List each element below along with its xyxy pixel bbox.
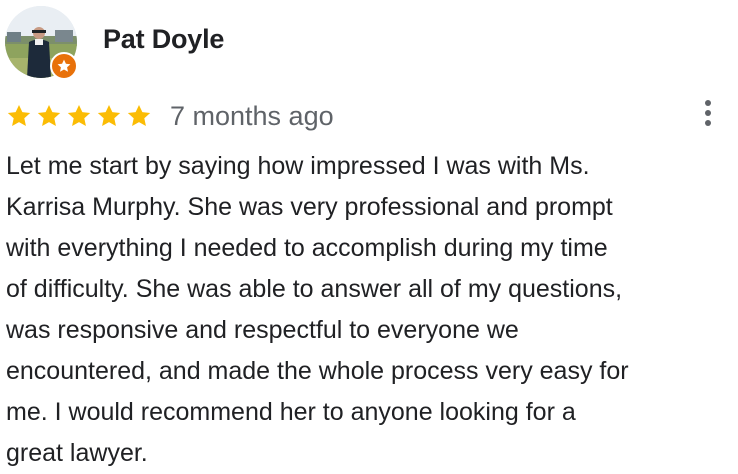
review-text: Let me start by saying how impressed I w… bbox=[6, 152, 629, 467]
star-icon bbox=[67, 104, 91, 126]
local-guide-star-icon bbox=[50, 52, 78, 80]
rating-row: 7 months ago bbox=[6, 98, 334, 134]
star-rating bbox=[6, 103, 156, 129]
more-vertical-icon bbox=[705, 100, 711, 126]
star-icon bbox=[97, 104, 121, 126]
star-icon bbox=[127, 104, 151, 126]
star-icon bbox=[7, 104, 31, 126]
review-date: 7 months ago bbox=[170, 100, 334, 131]
more-options-button[interactable] bbox=[694, 96, 722, 130]
author-name[interactable]: Pat Doyle bbox=[103, 24, 224, 55]
author-avatar[interactable] bbox=[5, 6, 78, 80]
review-card: Pat Doyle 7 months ago Let me start by s… bbox=[0, 0, 738, 474]
star-icon bbox=[37, 104, 61, 126]
